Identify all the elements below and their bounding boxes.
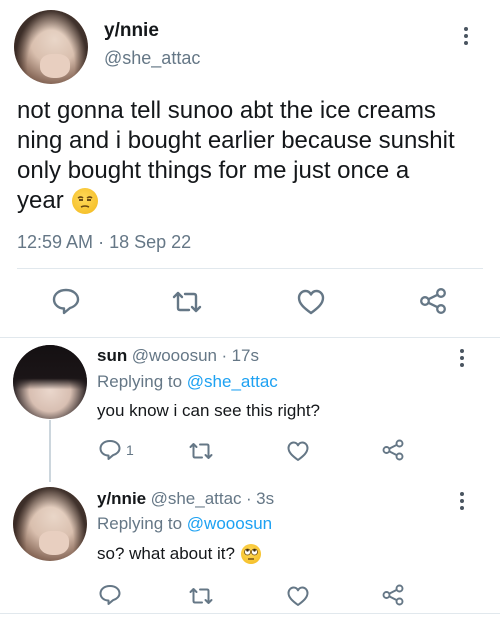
separator: · [221,346,228,365]
divider [17,268,483,269]
divider [0,337,500,338]
separator: · [98,232,105,252]
replying-to: Replying to @wooosun [97,514,272,534]
reply-header: sun @wooosun · 17s [97,346,259,366]
tweet-date[interactable]: 18 Sep 22 [109,232,191,252]
reply-header: y/nnie @she_attac · 3s [97,489,274,509]
replying-to-link[interactable]: @she_attac [187,372,278,391]
tweet-text-line: not gonna tell sunoo abt the ice creams [17,97,436,124]
like-icon[interactable] [286,440,310,467]
divider [0,613,500,614]
display-name[interactable]: y/nnie [97,489,146,508]
reply-age[interactable]: 17s [232,346,259,365]
avatar[interactable] [13,345,87,419]
retweet-icon[interactable] [188,586,214,611]
like-icon[interactable] [286,585,310,612]
replying-to-label: Replying to [97,514,183,533]
reply-text: so? what about it? [97,544,261,564]
tweet-text-line: only bought things for me just once a [17,157,410,184]
unamused-face-emoji [71,188,98,214]
thread-line [49,420,51,482]
more-options-icon[interactable] [459,492,465,510]
tweet-text: not gonna tell sunoo abt the ice creams … [17,96,487,216]
reply-icon[interactable] [98,439,122,466]
user-handle[interactable]: @she_attac [104,48,200,69]
share-icon[interactable] [381,439,405,466]
tweet-text-line: year [17,187,64,214]
share-icon[interactable] [381,584,405,611]
reply-age[interactable]: 3s [256,489,274,508]
replying-to-label: Replying to [97,372,183,391]
tweet-timestamp[interactable]: 12:59 AM · 18 Sep 22 [17,232,191,253]
user-handle[interactable]: @wooosun [132,346,217,365]
tweet-time[interactable]: 12:59 AM [17,232,93,252]
more-options-icon[interactable] [463,27,469,45]
display-name[interactable]: y/nnie [104,20,159,42]
tweet-text-line: ning and i bought earlier because sunshi… [17,127,455,154]
face-with-rolling-eyes-emoji [240,544,261,564]
separator: · [246,489,252,508]
display-name[interactable]: sun [97,346,127,365]
avatar[interactable] [14,10,88,84]
retweet-icon[interactable] [188,441,214,466]
reply-icon[interactable] [51,287,81,320]
reply-icon[interactable] [98,584,122,611]
avatar[interactable] [13,487,87,561]
replying-to: Replying to @she_attac [97,372,278,392]
reply-text-content: so? what about it? [97,544,235,563]
more-options-icon[interactable] [459,349,465,367]
retweet-icon[interactable] [171,290,203,319]
reply-count: 1 [126,442,134,458]
share-icon[interactable] [418,287,448,320]
replying-to-link[interactable]: @wooosun [187,514,272,533]
user-handle[interactable]: @she_attac [151,489,242,508]
like-icon[interactable] [296,288,326,321]
reply-text: you know i can see this right? [97,401,321,420]
